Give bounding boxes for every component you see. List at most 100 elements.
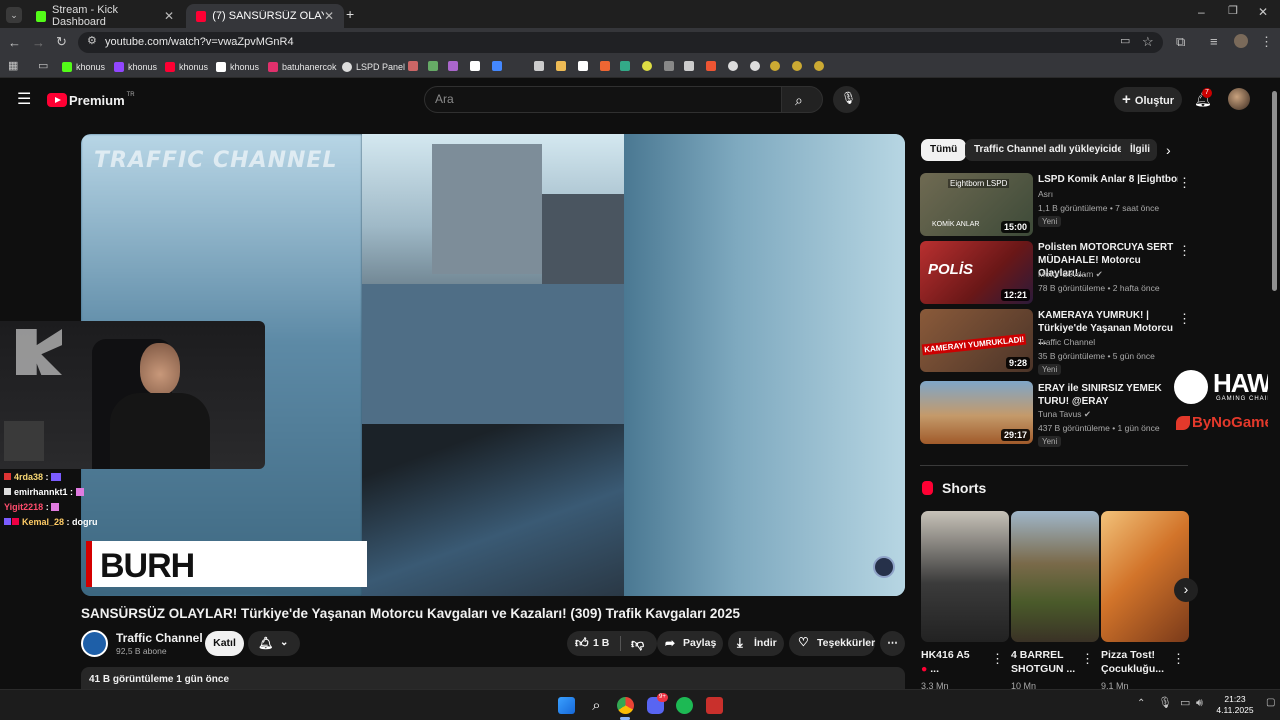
- more-options-icon[interactable]: ⋮: [991, 652, 1004, 665]
- bookmark-favicon-icon[interactable]: [428, 61, 438, 71]
- bookmark-khonus-youtube[interactable]: khonus: [165, 59, 208, 75]
- forward-icon[interactable]: →: [32, 36, 45, 49]
- chevron-right-icon[interactable]: ›: [1166, 143, 1171, 157]
- bookmark-khonus-x[interactable]: khonus: [216, 59, 259, 75]
- subscription-bell-button[interactable]: 🔔︎ ⌄: [248, 631, 300, 656]
- voice-search-button[interactable]: 🎙: [833, 86, 860, 113]
- recommended-video[interactable]: KAMERAYI YUMRUKLADI! 9:28 KAMERAYA YUMRU…: [920, 309, 1191, 375]
- spotify-icon[interactable]: [676, 697, 693, 714]
- short-title[interactable]: Pizza Tost! Çocukluğu...: [1101, 648, 1181, 676]
- search-input[interactable]: Ara: [424, 86, 782, 113]
- address-bar[interactable]: ⚙ youtube.com/watch?v=vwaZpvMGnR4: [78, 32, 1163, 53]
- search-button[interactable]: ⌕: [781, 86, 823, 113]
- apps-grid-icon[interactable]: ▦: [8, 61, 18, 72]
- browser-menu-icon[interactable]: ⋮: [1260, 35, 1273, 48]
- tray-chevron-icon[interactable]: ⌃: [1137, 699, 1145, 709]
- more-options-icon[interactable]: ⋮: [1081, 652, 1094, 665]
- site-info-icon[interactable]: ⚙: [87, 36, 97, 47]
- chrome-icon[interactable]: [617, 697, 634, 714]
- like-button[interactable]: 👍︎ 1 B: [567, 631, 619, 656]
- bookmark-khonus-kick[interactable]: khonus: [62, 59, 105, 75]
- back-icon[interactable]: ←: [8, 36, 21, 49]
- close-tab-icon[interactable]: ✕: [324, 9, 334, 23]
- search-icon[interactable]: ⌕: [588, 697, 605, 714]
- bookmark-favicon-icon[interactable]: [792, 61, 802, 71]
- extensions-icon[interactable]: ⧉: [1176, 35, 1185, 48]
- new-tab-button[interactable]: +: [346, 7, 354, 21]
- video-thumbnail[interactable]: 29:17: [920, 381, 1033, 444]
- maximize-icon[interactable]: ❐: [1228, 6, 1238, 17]
- thanks-button[interactable]: ♡ Teşekkürler: [789, 631, 875, 656]
- video-title[interactable]: LSPD Komik Anlar 8 |EightbornV: [1038, 173, 1178, 186]
- channel-name[interactable]: Traffic Channel: [1038, 337, 1095, 347]
- more-options-icon[interactable]: ⋮: [1178, 243, 1191, 259]
- recommended-video[interactable]: POLİS 12:21 Polisten MOTORCUYA SERT MÜDA…: [920, 241, 1191, 305]
- more-options-icon[interactable]: ⋮: [1178, 311, 1191, 327]
- create-button[interactable]: + Oluştur: [1114, 87, 1182, 112]
- recommended-video[interactable]: Eightborn LSPD KOMİK ANLAR 15:00 LSPD Ko…: [920, 173, 1191, 237]
- bookmark-favicon-icon[interactable]: [492, 61, 502, 71]
- youtube-logo[interactable]: Premium TR: [47, 92, 135, 108]
- close-tab-icon[interactable]: ✕: [164, 9, 174, 23]
- hamburger-menu-icon[interactable]: ☰: [17, 92, 31, 108]
- page-scrollbar[interactable]: [1268, 81, 1280, 689]
- recommended-video[interactable]: 29:17 ERAY ile SINIRSIZ YEMEK TURU! @ERA…: [920, 381, 1190, 447]
- volume-icon[interactable]: 🔊︎: [1196, 698, 1203, 709]
- tab-youtube-video[interactable]: (7) SANSÜRSÜZ OLAYLAR! Türk ✕: [186, 4, 344, 28]
- chip-all[interactable]: Tümü: [921, 139, 967, 161]
- video-thumbnail[interactable]: POLİS 12:21: [920, 241, 1033, 304]
- start-icon[interactable]: [558, 697, 575, 714]
- download-button[interactable]: ⤓ İndir: [728, 631, 784, 656]
- dislike-button[interactable]: 👎︎: [621, 631, 657, 656]
- network-icon[interactable]: ▭: [1180, 698, 1190, 709]
- short-thumbnail[interactable]: [1011, 511, 1099, 642]
- more-options-icon[interactable]: ⋮: [1178, 175, 1191, 191]
- bookmark-favicon-icon[interactable]: [448, 61, 458, 71]
- app-icon[interactable]: [706, 697, 723, 714]
- channel-watermark-icon[interactable]: [873, 556, 895, 578]
- scrollbar-thumb[interactable]: [1272, 91, 1277, 291]
- discord-icon[interactable]: 9+: [647, 693, 668, 714]
- bookmark-favicon-icon[interactable]: [814, 61, 824, 71]
- tab-search-icon[interactable]: ⌄: [6, 7, 22, 23]
- bookmark-favicon-icon[interactable]: [556, 61, 566, 71]
- bookmark-batuhanercok[interactable]: batuhanercok: [268, 59, 337, 75]
- bookmark-lspd-panel[interactable]: LSPD Panel: [342, 59, 405, 75]
- bookmark-favicon-icon[interactable]: [578, 61, 588, 71]
- profile-avatar[interactable]: [1234, 34, 1248, 48]
- short-title[interactable]: 4 BARREL SHOTGUN ...: [1011, 648, 1091, 676]
- bookmark-star-icon[interactable]: ☆: [1142, 35, 1154, 48]
- video-title[interactable]: ERAY ile SINIRSIZ YEMEK TURU! @ERAY: [1038, 382, 1178, 408]
- reload-icon[interactable]: ↻: [56, 35, 67, 48]
- bookmark-favicon-icon[interactable]: [664, 61, 674, 71]
- bookmark-favicon-icon[interactable]: [534, 61, 544, 71]
- channel-name[interactable]: Asrı: [1038, 189, 1053, 199]
- notifications-button[interactable]: 🔔︎ 7: [1192, 88, 1212, 110]
- video-thumbnail[interactable]: Eightborn LSPD KOMİK ANLAR 15:00: [920, 173, 1033, 236]
- cast-icon[interactable]: ▭: [1120, 36, 1130, 47]
- minimize-icon[interactable]: –: [1198, 6, 1205, 18]
- short-thumbnail[interactable]: [1101, 511, 1189, 642]
- bookmark-favicon-icon[interactable]: [728, 61, 738, 71]
- bookmark-khonus-twitch[interactable]: khonus: [114, 59, 157, 75]
- clock[interactable]: 21:23 4.11.2025: [1212, 694, 1258, 716]
- short-thumbnail[interactable]: [921, 511, 1009, 642]
- short-title[interactable]: HK416 A5 ● ...: [921, 648, 1001, 676]
- channel-name[interactable]: Tuna Tavus ✔: [1038, 409, 1091, 420]
- mic-icon[interactable]: 🎙: [1158, 698, 1172, 709]
- chip-from-uploader[interactable]: Traffic Channel adlı yükleyiciden: [965, 139, 1139, 161]
- chip-related[interactable]: İlgili: [1121, 139, 1157, 161]
- close-window-icon[interactable]: ✕: [1258, 6, 1268, 18]
- channel-avatar[interactable]: [81, 630, 108, 657]
- tab-kick-dashboard[interactable]: Stream - Kick Dashboard ✕: [26, 4, 184, 28]
- bookmark-favicon-icon[interactable]: [408, 61, 418, 71]
- channel-name[interactable]: Motor Sevdam ✔: [1038, 269, 1103, 280]
- shorts-next-button[interactable]: ›: [1174, 578, 1198, 602]
- more-options-icon[interactable]: ⋮: [1172, 652, 1185, 665]
- account-avatar[interactable]: [1228, 88, 1250, 110]
- bookmark-favicon-icon[interactable]: [770, 61, 780, 71]
- more-actions-button[interactable]: ⋯: [880, 631, 905, 656]
- bookmark-favicon-icon[interactable]: [684, 61, 694, 71]
- join-button[interactable]: Katıl: [205, 631, 244, 656]
- bookmark-favicon-icon[interactable]: [600, 61, 610, 71]
